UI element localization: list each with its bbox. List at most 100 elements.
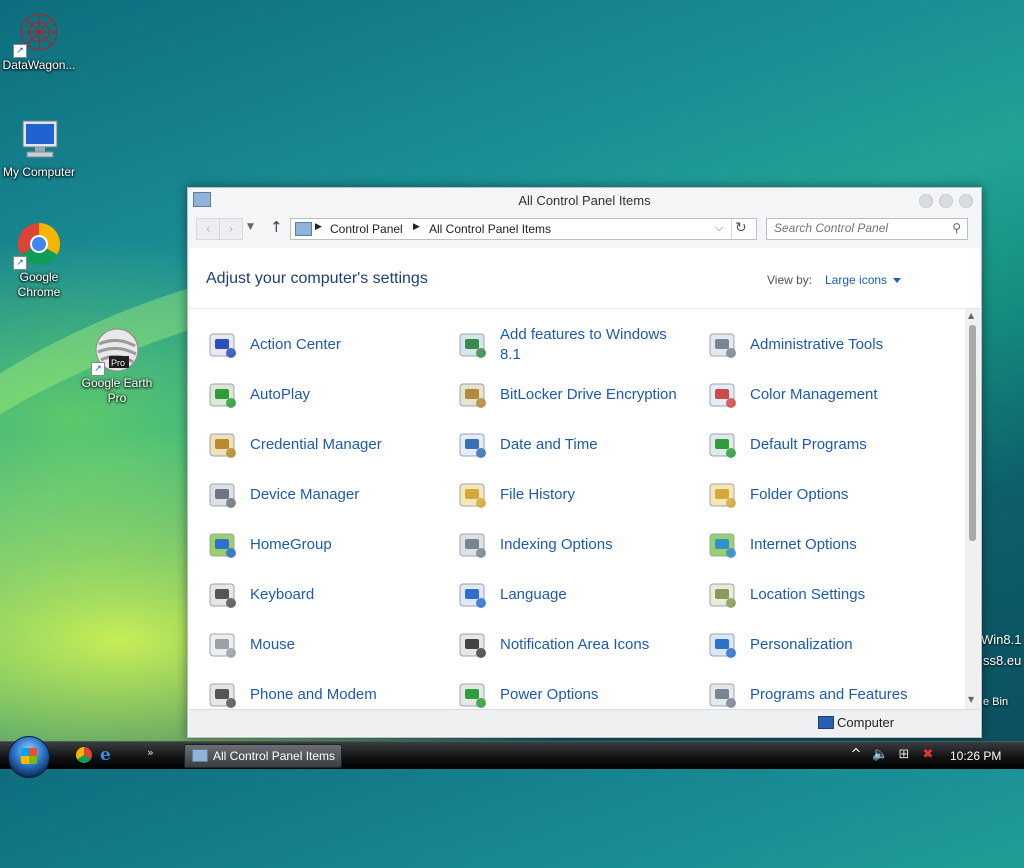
bitlocker-icon [456, 378, 490, 412]
chrome-quicklaunch-icon[interactable] [76, 747, 92, 763]
control-panel-item[interactable]: Device Manager [206, 475, 446, 515]
desktop-icon-my-computer[interactable]: My Computer [0, 115, 78, 180]
volume-muted-icon[interactable]: 🔈 [872, 747, 888, 763]
control-panel-item[interactable]: Internet Options [706, 525, 946, 565]
start-button[interactable] [8, 736, 50, 778]
search-icon[interactable]: ⚲ [952, 221, 961, 235]
maximize-button[interactable] [939, 194, 953, 208]
status-bar: Computer [189, 709, 980, 736]
desktop-icon-datawagon[interactable]: ↗ DataWagon... [0, 8, 78, 73]
recent-locations-chevron-icon[interactable]: ▼ [247, 222, 254, 232]
folder-options-icon [706, 478, 740, 512]
control-panel-item[interactable]: Date and Time [456, 425, 696, 465]
minimize-button[interactable] [919, 194, 933, 208]
scroll-down-arrow-icon[interactable]: ▼ [968, 695, 974, 704]
breadcrumb-all-items[interactable]: All Control Panel Items [429, 222, 551, 236]
control-panel-item-label: Date and Time [500, 436, 598, 453]
control-panel-item-label: Language [500, 586, 567, 603]
control-panel-item[interactable]: Location Settings [706, 575, 946, 615]
control-panel-item-label: Add features to Windows 8.1 [500, 326, 667, 363]
quicklaunch-overflow-icon[interactable]: » [147, 746, 154, 759]
status-location: Computer [837, 715, 895, 730]
forward-button[interactable]: › [219, 218, 243, 240]
search-box[interactable]: ⚲ [766, 218, 968, 240]
control-panel-item[interactable]: Language [456, 575, 696, 615]
control-panel-item[interactable]: Personalization [706, 625, 946, 665]
control-panel-item[interactable]: File History [456, 475, 696, 515]
address-dropdown-icon[interactable]: ⌵ [715, 221, 723, 235]
programs-features-icon [706, 678, 740, 709]
device-manager-icon [206, 478, 240, 512]
control-panel-item[interactable]: Programs and Features [706, 675, 946, 709]
scrollbar-thumb[interactable] [969, 325, 976, 541]
shortcut-arrow-icon: ↗ [13, 44, 27, 58]
control-panel-item-label: AutoPlay [250, 386, 311, 403]
control-panel-item-label: HomeGroup [250, 536, 332, 553]
title-bar[interactable]: All Control Panel Items [188, 188, 981, 214]
control-panel-item-label: Credential Manager [250, 436, 382, 453]
taskbar-window-button[interactable]: All Control Panel Items [184, 744, 342, 768]
view-by-value: Large icons [825, 273, 888, 287]
control-panel-item[interactable]: Default Programs [706, 425, 946, 465]
windows-logo-icon [21, 748, 37, 764]
control-panel-item[interactable]: Color Management [706, 375, 946, 415]
control-panel-item[interactable]: Action Center [206, 325, 446, 365]
internet-options-icon [706, 528, 740, 562]
desktop-icon-label: Google Earth Pro [81, 376, 153, 405]
control-panel-item[interactable]: Credential Manager [206, 425, 446, 465]
address-bar[interactable]: ▶ Control Panel ▶ All Control Panel Item… [290, 218, 757, 240]
refresh-icon[interactable]: ↻ [735, 220, 747, 236]
up-arrow-icon[interactable]: ↑ [270, 218, 283, 236]
control-panel-item-label: Folder Options [750, 486, 849, 503]
control-panel-icon [295, 222, 312, 236]
control-panel-item[interactable]: Mouse [206, 625, 446, 665]
internet-explorer-icon[interactable]: e [100, 745, 111, 765]
control-panel-item[interactable]: Power Options [456, 675, 696, 709]
control-panel-item[interactable]: Keyboard [206, 575, 446, 615]
action-center-warning-icon[interactable]: ✖ [920, 747, 936, 763]
power-icon [456, 678, 490, 709]
desktop-edge-text-1: Win8.1 [981, 632, 1022, 647]
desktop-icon-google-earth[interactable]: Pro ↗ Google Earth Pro [78, 326, 156, 406]
control-panel-item[interactable]: Folder Options [706, 475, 946, 515]
control-panel-item-label: Administrative Tools [750, 336, 884, 353]
taskbar-clock[interactable]: 10:26 PM [950, 749, 1001, 763]
control-panel-item-label: Power Options [500, 686, 599, 703]
google-earth-icon: Pro ↗ [91, 326, 141, 376]
show-hidden-icons-chevron-icon[interactable]: ^ [848, 747, 864, 763]
control-panel-item-label: Device Manager [250, 486, 360, 503]
desktop-icon-chrome[interactable]: ↗ Google Chrome [0, 220, 78, 300]
control-panel-item[interactable]: Administrative Tools [706, 325, 946, 365]
color-management-icon [706, 378, 740, 412]
control-panel-item[interactable]: BitLocker Drive Encryption [456, 375, 696, 415]
control-panel-item[interactable]: HomeGroup [206, 525, 446, 565]
vertical-scrollbar[interactable]: ▲ ▼ [965, 309, 980, 709]
control-panel-item[interactable]: AutoPlay [206, 375, 446, 415]
control-panel-item-label: Mouse [250, 636, 296, 653]
page-title: Adjust your computer's settings [206, 270, 428, 287]
desktop-icon-label: Google Chrome [17, 270, 61, 299]
search-input[interactable] [767, 219, 944, 237]
desktop-edge-text-2: ss8.eu [983, 653, 1022, 668]
admin-tools-icon [706, 328, 740, 362]
recycle-bin-label[interactable]: e Bin [983, 696, 1008, 708]
view-by-dropdown[interactable]: Large icons [825, 273, 902, 287]
computer-icon [15, 115, 63, 163]
close-button[interactable] [959, 194, 973, 208]
credential-icon [206, 428, 240, 462]
control-panel-item[interactable]: Phone and Modem [206, 675, 446, 709]
computer-icon [818, 716, 834, 729]
network-icon[interactable]: ⊞ [896, 747, 912, 763]
homegroup-icon [206, 528, 240, 562]
add-features-icon [456, 328, 490, 362]
pro-badge: Pro [111, 358, 125, 368]
control-panel-item[interactable]: Indexing Options [456, 525, 696, 565]
mouse-icon [206, 628, 240, 662]
notification-area-icon [456, 628, 490, 662]
back-button[interactable]: ‹ [196, 218, 220, 240]
scroll-up-arrow-icon[interactable]: ▲ [968, 311, 974, 320]
breadcrumb-control-panel[interactable]: Control Panel [330, 222, 403, 236]
control-panel-item-label: Notification Area Icons [500, 636, 650, 653]
control-panel-item[interactable]: Add features to Windows 8.1 [456, 325, 696, 365]
control-panel-item[interactable]: Notification Area Icons [456, 625, 696, 665]
